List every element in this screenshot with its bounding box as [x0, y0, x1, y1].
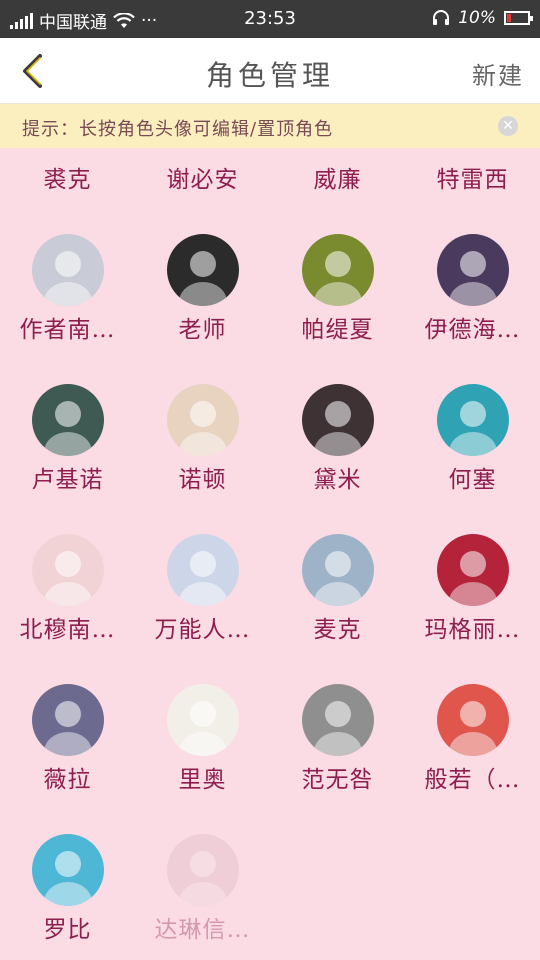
character-name: 麦克	[313, 617, 362, 643]
status-bar: 中国联通 ··· 23:53 10%	[0, 0, 540, 38]
character-item[interactable]: 诺顿	[135, 384, 270, 534]
avatar[interactable]	[32, 534, 104, 606]
avatar[interactable]	[302, 234, 374, 306]
character-item[interactable]: 薇拉	[0, 684, 135, 834]
character-name: 帕缇夏	[301, 317, 374, 343]
character-item[interactable]: 般若（…	[405, 684, 540, 834]
character-name: 伊德海…	[424, 317, 521, 343]
portrait-icon	[32, 684, 104, 756]
portrait-icon	[32, 384, 104, 456]
character-name: 般若（…	[424, 767, 521, 793]
character-item[interactable]: 玛格丽…	[405, 534, 540, 684]
portrait-icon	[302, 684, 374, 756]
battery-icon	[504, 11, 533, 25]
portrait-icon	[167, 234, 239, 306]
tip-banner: 提示：长按角色头像可编辑/置顶角色 ✕	[0, 104, 540, 148]
avatar[interactable]	[32, 684, 104, 756]
character-item[interactable]: 黛米	[270, 384, 405, 534]
character-item[interactable]: 帕缇夏	[270, 234, 405, 384]
portrait-icon	[302, 234, 374, 306]
character-item[interactable]: 卢基诺	[0, 384, 135, 534]
avatar[interactable]	[302, 384, 374, 456]
avatar[interactable]	[167, 384, 239, 456]
character-name: 卢基诺	[31, 467, 104, 493]
avatar[interactable]	[437, 534, 509, 606]
headset-icon	[433, 10, 450, 25]
app-header: 角色管理 新建	[0, 38, 540, 104]
portrait-icon	[32, 834, 104, 906]
character-name: 北穆南…	[19, 617, 116, 643]
avatar[interactable]	[437, 684, 509, 756]
character-item[interactable]: 北穆南…	[0, 534, 135, 684]
character-name: 范无咎	[301, 767, 374, 793]
character-grid: 裘克 谢必安 威廉 特雷西作者南… 老师 帕缇夏 伊德海… 卢基诺 诺顿 黛米 何塞北穆南… 万能人……	[0, 148, 540, 960]
character-item[interactable]: 里奥	[135, 684, 270, 834]
character-name: 罗比	[43, 917, 92, 943]
avatar[interactable]	[32, 834, 104, 906]
avatar[interactable]	[167, 684, 239, 756]
portrait-icon	[437, 534, 509, 606]
avatar[interactable]	[167, 234, 239, 306]
portrait-icon	[32, 534, 104, 606]
character-item[interactable]: 达琳信…	[135, 834, 270, 960]
character-item[interactable]: 万能人…	[135, 534, 270, 684]
portrait-icon	[167, 834, 239, 906]
character-name: 薇拉	[43, 767, 92, 793]
character-name: 威廉	[313, 167, 362, 193]
character-item[interactable]: 麦克	[270, 534, 405, 684]
character-item[interactable]: 伊德海…	[405, 234, 540, 384]
portrait-icon	[167, 384, 239, 456]
battery-percent: 10%	[458, 8, 496, 28]
portrait-icon	[302, 384, 374, 456]
character-name: 特雷西	[436, 167, 509, 193]
character-name: 里奥	[178, 767, 227, 793]
character-name: 作者南…	[19, 317, 116, 343]
portrait-icon	[167, 534, 239, 606]
character-name: 玛格丽…	[424, 617, 521, 643]
avatar[interactable]	[167, 834, 239, 906]
character-name: 裘克	[43, 167, 92, 193]
character-name: 谢必安	[166, 167, 239, 193]
portrait-icon	[302, 534, 374, 606]
portrait-icon	[32, 234, 104, 306]
portrait-icon	[167, 684, 239, 756]
character-name: 诺顿	[178, 467, 227, 493]
character-item[interactable]: 何塞	[405, 384, 540, 534]
avatar[interactable]	[32, 384, 104, 456]
page-title: 角色管理	[205, 59, 334, 92]
status-right: 10%	[432, 8, 533, 28]
avatar[interactable]	[302, 684, 374, 756]
avatar[interactable]	[302, 534, 374, 606]
character-item[interactable]: 作者南…	[0, 234, 135, 384]
close-icon[interactable]: ✕	[498, 116, 518, 136]
avatar[interactable]	[437, 234, 509, 306]
character-name: 黛米	[313, 467, 362, 493]
avatar[interactable]	[32, 234, 104, 306]
avatar[interactable]	[167, 534, 239, 606]
character-name: 万能人…	[154, 617, 251, 643]
character-name: 达琳信…	[154, 917, 251, 943]
portrait-icon	[437, 234, 509, 306]
tip-text: 提示：长按角色头像可编辑/置顶角色	[22, 119, 334, 140]
character-item[interactable]: 罗比	[0, 834, 135, 960]
character-name: 老师	[178, 317, 227, 343]
avatar[interactable]	[437, 384, 509, 456]
character-name: 何塞	[448, 467, 497, 493]
character-item[interactable]: 范无咎	[270, 684, 405, 834]
portrait-icon	[437, 384, 509, 456]
new-button[interactable]: 新建	[472, 56, 524, 91]
portrait-icon	[437, 684, 509, 756]
character-item[interactable]: 老师	[135, 234, 270, 384]
